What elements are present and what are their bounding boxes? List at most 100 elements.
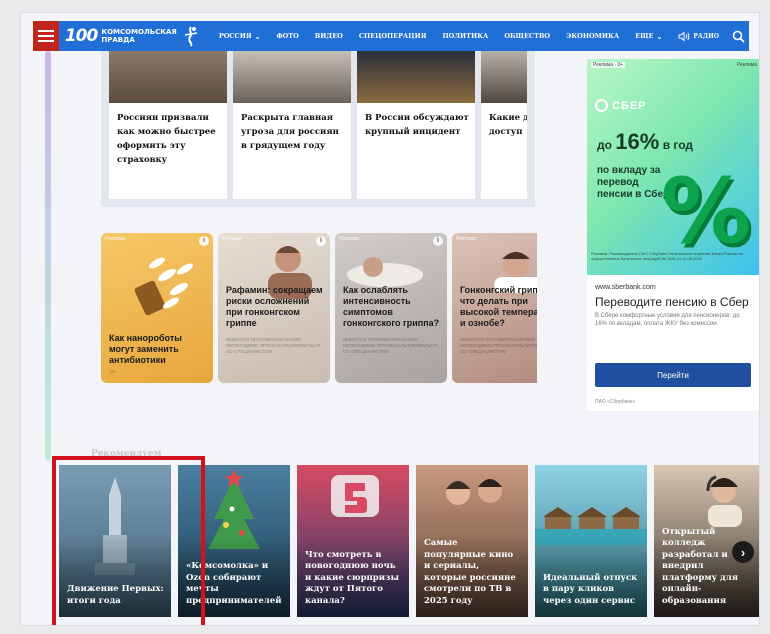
news-card[interactable]: Раскрыта главная угроза для россиян в гр… [233,51,351,199]
promo-card[interactable]: Реклама i Как ослаблять интенсивность си… [335,233,447,383]
percent-sign-graphic: % [661,159,752,264]
ad-tag: Реклама [222,236,243,242]
nav-item-russia[interactable]: РОССИЯ ⌄ [211,32,269,41]
nav-item-label: ЭКОНОМИКА [566,32,620,40]
promo-title: Как ослаблять интенсивность симптомов го… [343,285,440,328]
nav-item-label: ФОТО [276,32,299,40]
story-card[interactable]: «Комсомолка» и Ozon собирают мечты предп… [178,465,290,617]
sber-brand: СБЕР [595,99,647,112]
story-card[interactable]: Идеальный отпуск в пару кликов через оди… [535,465,647,617]
ad-description: В Сбере комфортные условия для пенсионер… [595,313,740,327]
stories-carousel: Движение Первых: итоги года «Комсомолка»… [59,465,759,617]
ad-advertiser: ПАО «Сбербанк» [595,399,636,405]
page-frame: 100 комсомольская правда РОССИЯ ⌄ ФОТО ВИ… [20,12,760,626]
nav-item-photo[interactable]: ФОТО [268,32,306,40]
story-title: Движение Первых: итоги года [67,584,164,606]
speaker-icon [678,31,690,41]
menu-icon-bar [37,35,54,37]
nav-item-video[interactable]: ВИДЕО [307,32,351,40]
news-title: В России обсуждают крупный инцидент [365,113,469,137]
news-image [109,51,227,103]
nav-item-label: ВИДЕО [314,32,343,40]
info-icon[interactable]: i [199,236,209,246]
site-logo[interactable]: 100 комсомольская правда [59,21,211,51]
ad-label: Реклама · 0+ [591,62,626,68]
story-title: Что смотреть в новогоднюю ночь и какие с… [305,549,399,606]
story-title: Открытый колледж разработал и внедрил пл… [662,526,738,606]
search-icon [732,30,745,43]
ad-tag: Реклама [456,236,477,242]
nav-item-special-operation[interactable]: СПЕЦОПЕРАЦИЯ [351,32,435,40]
logo-line-2: правда [101,36,135,44]
section-heading: Рекомендуем [91,449,162,459]
story-card[interactable]: Самые популярные кино и сериалы, которые… [416,465,528,617]
promo-title: Как нанороботы могут заменить антибиотик… [109,333,182,365]
news-card[interactable]: В России обсуждают крупный инцидент [357,51,475,199]
ad-label-secondary: Реклама [736,62,757,68]
menu-icon-bar [37,40,54,42]
ad-headline: до 16% в год [597,131,694,153]
promo-card[interactable]: Реклама i Как нанороботы могут заменить … [101,233,213,383]
logo-anniversary-number: 100 [64,26,98,46]
promo-fine-print: ИМЕЮТСЯ ПРОТИВОПОКАЗАНИЯ. НЕОБХОДИМО ПРО… [226,337,320,354]
ad-fine-print: Реклама. Рекламодатель ПАО Сбербанк Гене… [591,251,743,261]
student-illustration [706,475,742,527]
news-image [357,51,475,103]
hamburger-menu-button[interactable] [33,21,59,51]
nav-item-society[interactable]: ОБЩЕСТВО [496,32,558,40]
sidebar-ad[interactable]: Реклама · 0+ Реклама СБЕР до 16% в год п… [587,59,759,411]
brand-name: СБЕР [612,99,647,112]
search-button[interactable] [727,21,749,51]
news-card[interactable]: Россиян призвали как можно быстрее оформ… [109,51,227,199]
logo-wordmark: комсомольская правда [101,28,176,44]
ad-url[interactable]: www.sberbank.com [595,284,656,291]
promo-fine-print: ИМЕЮТСЯ ПРОТИВОПОКАЗАНИЯ. НЕОБХОДИМО ПРО… [343,337,437,354]
news-card[interactable]: Какие д оказал доступ [481,51,527,199]
promo-title: Рафамин: сокращаем риски осложнений при … [226,285,323,328]
news-image [233,51,351,103]
story-title: Самые популярные кино и сериалы, которые… [424,538,516,606]
promo-title: Гонконгский грипп: что делать при высоко… [460,285,537,328]
ad-headline-suffix: в год [662,138,694,152]
news-title: Раскрыта главная угроза для россиян в гр… [241,113,339,151]
ad-cta-button[interactable]: Перейти [595,363,751,387]
carousel-next-button[interactable]: › [732,541,754,563]
story-card[interactable]: Что смотреть в новогоднюю ночь и какие с… [297,465,409,617]
promo-card[interactable]: Реклама i Рафамин: сокращаем риски ослож… [218,233,330,383]
nav-item-more[interactable]: ЕЩЕ ⌄ [627,32,670,41]
ad-title[interactable]: Переводите пенсию в Сбер [595,295,749,309]
nav-item-economy[interactable]: ЭКОНОМИКА [558,32,627,40]
ad-headline-prefix: до [597,138,612,152]
site-header: 100 комсомольская правда РОССИЯ ⌄ ФОТО ВИ… [33,21,749,51]
left-accent-stripe [45,51,51,461]
person-illustration [347,257,423,287]
news-carousel: Россиян призвали как можно быстрее оформ… [101,51,535,207]
nav-item-label: ОБЩЕСТВО [504,32,551,40]
news-title: Россиян призвали как можно быстрее оформ… [117,113,216,165]
ad-banner[interactable]: Реклама · 0+ Реклама СБЕР до 16% в год п… [587,59,759,275]
sber-logo-icon [595,99,608,112]
chevron-down-icon: ⌄ [656,31,663,41]
channel-logo-illustration [331,475,379,517]
promo-fine-print: ИМЕЮТСЯ ПРОТИВОПОКАЗАНИЯ. НЕОБХОДИМО ПРО… [460,337,537,354]
nav-item-label: ЕЩЕ [635,32,654,40]
news-image [481,51,527,103]
ad-tag: Реклама [339,236,360,242]
promo-carousel: Реклама i Как нанороботы могут заменить … [101,233,537,383]
radio-label: РАДИО [693,32,720,40]
ad-tag: Реклама [105,236,126,242]
nav-item-label: РОССИЯ [218,32,252,40]
nav-item-politics[interactable]: ПОЛИТИКА [434,32,496,40]
story-card[interactable]: Движение Первых: итоги года [59,465,171,617]
menu-icon-bar [37,30,54,32]
main-nav: РОССИЯ ⌄ ФОТО ВИДЕО СПЕЦОПЕРАЦИЯ ПОЛИТИКА… [211,21,671,51]
chevron-down-icon: ⌄ [254,31,261,41]
story-title: Идеальный отпуск в пару кликов через оди… [543,572,638,606]
ad-headline-rate: 16% [615,129,660,154]
news-title: Какие д оказал доступ [489,113,527,137]
chevron-right-icon: › [740,544,746,560]
promo-card[interactable]: Реклама i Гонконгский грипп: что делать … [452,233,537,383]
logo-line-1: комсомольская [101,28,177,36]
nav-item-label: СПЕЦОПЕРАЦИЯ [358,32,427,40]
radio-link[interactable]: РАДИО [670,31,727,41]
